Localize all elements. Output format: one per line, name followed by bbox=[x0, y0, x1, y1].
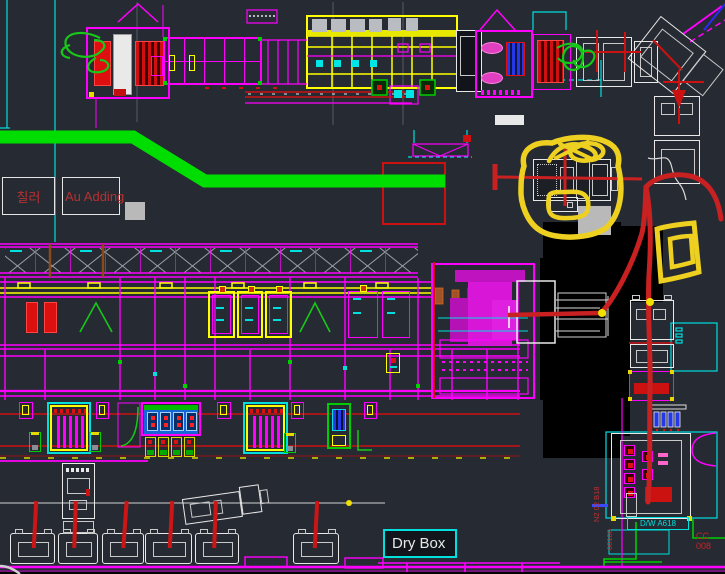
room-code-text: D/W A618 bbox=[640, 519, 676, 528]
dry-box-text: Dry Box bbox=[392, 535, 445, 552]
green-route-band bbox=[0, 137, 445, 181]
room-code-box: D/W A618 bbox=[627, 517, 689, 530]
marker-annotations bbox=[0, 0, 725, 574]
yellow-highlight-marker bbox=[521, 137, 699, 281]
pipe-label-2-text: 00100 bbox=[605, 529, 614, 550]
pipe-label-vertical: 00100 bbox=[606, 520, 614, 550]
train-centerlines bbox=[585, 30, 704, 124]
cad-viewport[interactable]: 칠러 Au Adding bbox=[0, 0, 725, 574]
pipe-label-vertical: N2 02 B18 bbox=[593, 472, 601, 522]
red-arrow-down bbox=[672, 90, 686, 108]
green-scribbles bbox=[62, 33, 595, 72]
cc-code-label: CC 008 bbox=[696, 531, 725, 551]
dry-box-label: Dry Box bbox=[383, 529, 457, 558]
cc-code-text: CC 008 bbox=[696, 531, 711, 551]
grip-dots bbox=[346, 298, 654, 506]
red-route-marker bbox=[601, 175, 721, 502]
pipe-label-1-text: N2 02 B18 bbox=[592, 487, 601, 522]
red-port-line bbox=[508, 313, 601, 315]
